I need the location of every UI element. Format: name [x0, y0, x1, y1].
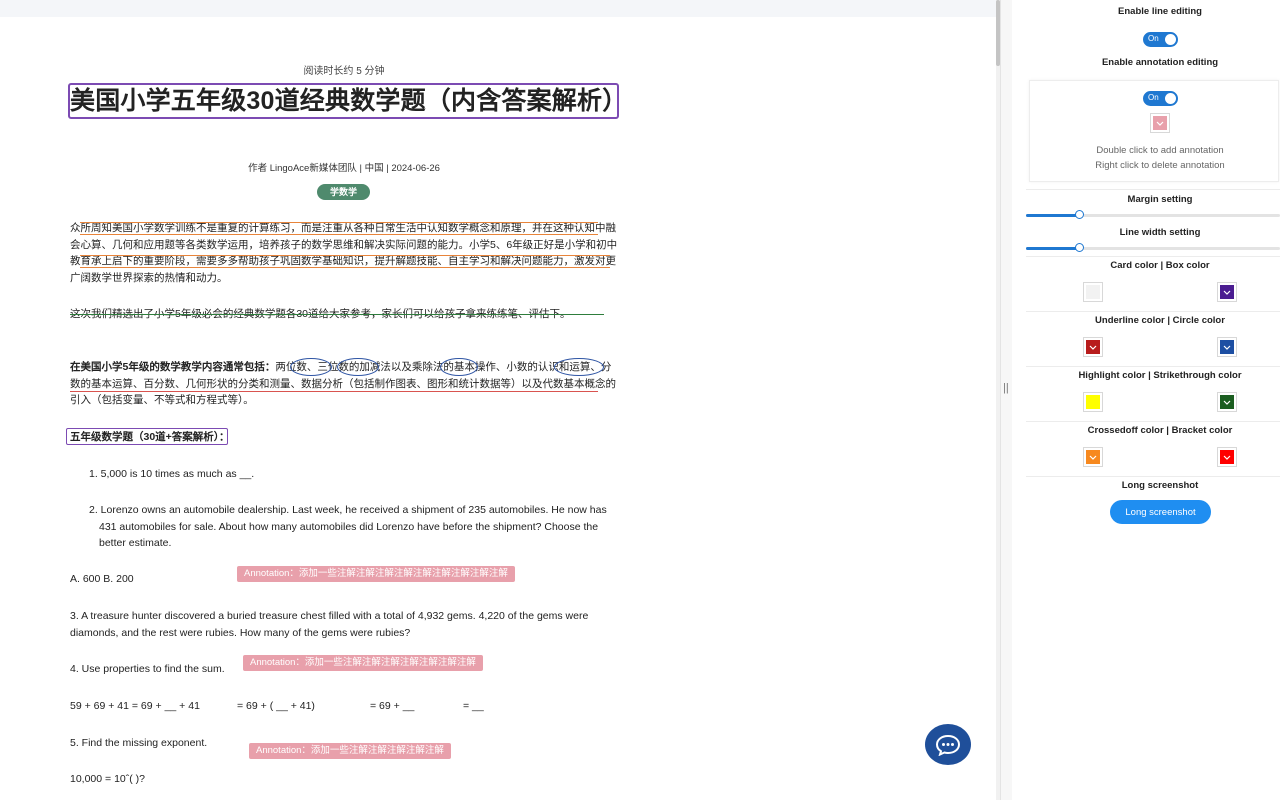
margin-slider-fill — [1026, 214, 1079, 217]
line-editing-label: Enable line editing — [1118, 6, 1202, 17]
margin-slider[interactable] — [1026, 210, 1280, 219]
annotation-color-picker[interactable] — [1150, 113, 1170, 133]
article-title: 美国小学五年级30道经典数学题（内含答案解析） — [70, 87, 628, 115]
annotation-color-swatch — [1153, 116, 1167, 130]
long-screenshot-button[interactable]: Long screenshot — [1110, 500, 1211, 524]
article-pane: 阅读时长约 5 分钟 美国小学五年级30道经典数学题（内含答案解析） 作者 Li… — [0, 0, 996, 800]
divider — [1026, 189, 1280, 190]
question-1: 1. 5,000 is 10 times as much as __. — [89, 468, 255, 480]
toggle-knob — [1165, 34, 1176, 45]
chat-button[interactable] — [925, 724, 971, 765]
box-color-swatch — [1220, 285, 1234, 299]
annotation-editing-label-wrap: Enable annotation editing — [1026, 57, 1280, 68]
circle-mark — [440, 358, 478, 376]
divider — [1026, 366, 1280, 367]
top-bar — [0, 0, 996, 17]
toggle-knob — [1165, 93, 1176, 104]
circle-color-swatch — [1220, 340, 1234, 354]
card-box-color-label: Card color | Box color — [1110, 260, 1210, 271]
annotation-note[interactable]: Annotation：添加一些注解注解注解注解注解 — [249, 743, 451, 759]
bracket-color-picker[interactable] — [1217, 447, 1237, 467]
question-3: 3. A treasure hunter discovered a buried… — [70, 610, 589, 639]
long-screenshot-label: Long screenshot — [1121, 480, 1199, 491]
margin-label: Margin setting — [1127, 194, 1193, 205]
divider — [1026, 311, 1280, 312]
highlight-color-picker[interactable] — [1083, 392, 1103, 412]
underline-mark — [80, 255, 610, 256]
circle-mark — [337, 358, 379, 376]
chevron-down-icon — [1089, 345, 1097, 350]
strikethrough-color-swatch — [1220, 395, 1234, 409]
divider — [1026, 256, 1280, 257]
line-editing-toggle-text: On — [1148, 34, 1159, 43]
question-4-step-c: = 69 + __ — [370, 700, 415, 712]
reading-time: 阅读时长约 5 分钟 — [303, 66, 385, 77]
annotation-hint-add: Double click to add annotation — [1096, 145, 1224, 156]
chevron-down-icon — [1156, 121, 1164, 126]
drag-handle-icon[interactable]: || — [1003, 382, 1009, 394]
question-4-step-d: = __ — [463, 700, 484, 712]
chevron-down-icon — [1223, 400, 1231, 405]
box-color-picker[interactable] — [1217, 282, 1237, 302]
line-width-slider-fill — [1026, 247, 1079, 250]
underline-mark — [80, 234, 598, 235]
annotation-editing-toggle-text: On — [1148, 93, 1159, 102]
strikethrough-color-picker[interactable] — [1217, 392, 1237, 412]
underline-mark — [80, 267, 610, 268]
chevron-down-icon — [1089, 455, 1097, 460]
highlight-strikethrough-color-label: Highlight color | Strikethrough color — [1078, 370, 1242, 381]
question-5-equation: 10,000 = 10ˆ( )? — [70, 773, 146, 785]
intro-paragraph: 众所周知美国小学数学训练不是重复的计算练习，而是注重从各种日常生活中认知数学概念… — [70, 222, 618, 284]
question-4-step-b: = 69 + ( __ + 41) — [237, 700, 315, 712]
crossedoff-color-swatch — [1086, 450, 1100, 464]
annotation-note[interactable]: Annotation：添加一些注解注解注解注解注解注解注解 — [243, 655, 483, 671]
card-color-swatch — [1086, 285, 1100, 299]
annotation-hint-delete: Right click to delete annotation — [1095, 160, 1225, 171]
annotation-editing-toggle[interactable]: On — [1143, 91, 1178, 106]
crossedoff-bracket-color-label: Crossedoff color | Bracket color — [1087, 425, 1233, 436]
underline-mark — [70, 391, 598, 392]
question-4-step-a: 59 + 69 + 41 = 69 + __ + 41 — [70, 700, 200, 712]
annotation-editing-label: Enable annotation editing — [1101, 57, 1219, 68]
card-color-picker[interactable] — [1083, 282, 1103, 302]
line-width-slider-handle[interactable] — [1075, 243, 1084, 252]
circle-mark — [290, 358, 332, 376]
chevron-down-icon — [1223, 455, 1231, 460]
line-width-slider[interactable] — [1026, 243, 1280, 252]
bracket-color-swatch — [1220, 450, 1234, 464]
margin-slider-handle[interactable] — [1075, 210, 1084, 219]
article-byline: 作者 LingoAce新媒体团队 | 中国 | 2024-06-26 — [248, 163, 440, 174]
underline-color-picker[interactable] — [1083, 337, 1103, 357]
divider — [1026, 421, 1280, 422]
strikethrough-mark — [70, 314, 604, 315]
underline-circle-color-label: Underline color | Circle color — [1095, 315, 1225, 326]
chat-bubble-icon — [935, 734, 961, 756]
circle-mark — [554, 358, 604, 376]
divider — [1026, 476, 1280, 477]
underline-color-swatch — [1086, 340, 1100, 354]
line-width-label: Line width setting — [1119, 227, 1201, 238]
section-heading: 五年级数学题（30道+答案解析）： — [70, 431, 230, 443]
highlight-color-swatch — [1086, 395, 1100, 409]
category-tag[interactable]: 学数学 — [317, 184, 370, 200]
line-editing-toggle[interactable]: On — [1143, 32, 1178, 47]
curriculum-lead: 在美国小学5年级的数学教学内容通常包括： — [70, 361, 276, 373]
chevron-down-icon — [1223, 345, 1231, 350]
underline-mark — [80, 222, 598, 223]
circle-color-picker[interactable] — [1217, 337, 1237, 357]
line-editing-label-wrap: Enable line editing — [1026, 6, 1280, 17]
annotation-note[interactable]: Annotation：添加一些注解注解注解注解注解注解注解注解注解 — [237, 566, 515, 582]
question-2: 2. Lorenzo owns an automobile dealership… — [89, 504, 607, 549]
chevron-down-icon — [1223, 290, 1231, 295]
crossedoff-color-picker[interactable] — [1083, 447, 1103, 467]
